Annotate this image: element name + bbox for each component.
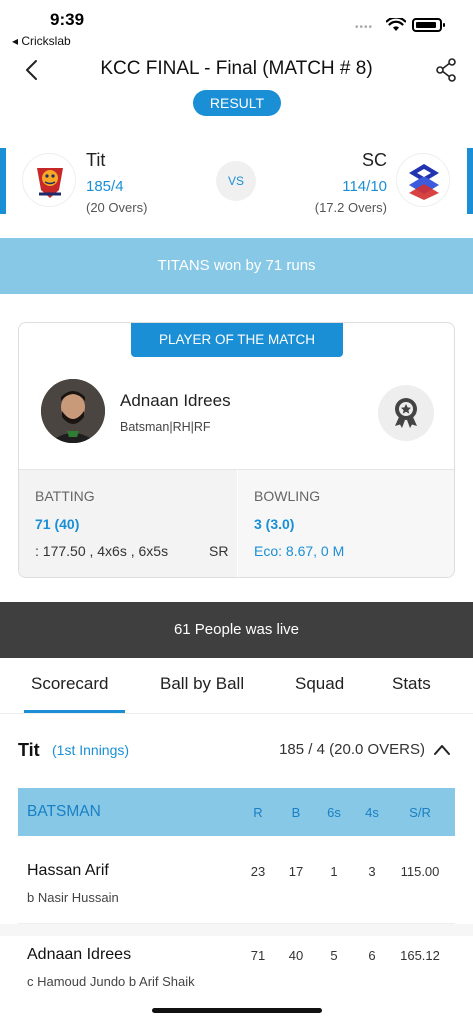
teams-summary: Tit 185/4 (20 Overs) VS SC 114/10 (17.2 … (0, 140, 473, 224)
batting-details: : 177.50 , 4x6s , 6x5s (35, 543, 169, 559)
batsman-sixes: 1 (330, 864, 338, 879)
player-name: Adnaan Idrees (120, 391, 231, 410)
team1-accent-bar (0, 148, 6, 214)
bowling-wickets: 3 (3.0) (254, 516, 295, 532)
signal-dots-icon: •••• (355, 22, 374, 33)
share-icon[interactable] (434, 56, 458, 84)
col-runs: R (253, 805, 263, 820)
status-time: 9:39 (50, 10, 85, 29)
team2-score: 114/10 (342, 178, 387, 195)
batsman-fours: 3 (368, 864, 376, 879)
header: KCC FINAL - Final (MATCH # 8) (0, 52, 473, 88)
team2-accent-bar (467, 148, 473, 214)
team1-name: Tit (86, 150, 106, 170)
player-of-match-card[interactable]: PLAYER OF THE MATCH Adnaan Idrees Batsma… (18, 322, 455, 578)
batsman-header-label: BATSMAN (27, 803, 101, 820)
table-row[interactable]: Hassan Arif b Nasir Hussain 23 17 1 3 11… (18, 848, 455, 924)
tab-ball-by-ball[interactable]: Ball by Ball (160, 674, 244, 694)
live-viewers-bar: 61 People was live (0, 602, 473, 658)
batsman-strike-rate: 115.00 (400, 864, 440, 879)
potm-label: PLAYER OF THE MATCH (131, 323, 343, 357)
batting-heading: BATTING (35, 488, 95, 504)
batsman-dismissal: c Hamoud Jundo b Arif Shaik (27, 974, 195, 989)
player-role: Batsman|RH|RF (120, 420, 211, 434)
batting-stats: BATTING 71 (40) : 177.50 , 4x6s , 6x5s S… (19, 470, 237, 577)
award-badge-icon[interactable] (378, 385, 434, 441)
player-avatar (41, 379, 105, 443)
table-row[interactable]: Adnaan Idrees c Hamoud Jundo b Arif Shai… (18, 932, 455, 1008)
batsman-balls: 17 (288, 864, 304, 879)
back-to-app-link[interactable]: ◂ Crickslab (12, 34, 71, 48)
batsman-balls: 40 (288, 948, 304, 963)
innings-team: Tit (18, 740, 40, 760)
status-bar: 9:39 ◂ Crickslab •••• (0, 0, 473, 52)
innings-header[interactable]: Tit (1st Innings) 185 / 4 (20.0 OVERS) (0, 726, 473, 772)
wifi-icon (386, 18, 406, 31)
col-sixes: 6s (327, 805, 341, 820)
batsman-runs: 23 (250, 864, 266, 879)
potm-stats: BATTING 71 (40) : 177.50 , 4x6s , 6x5s S… (19, 469, 454, 577)
tab-scorecard[interactable]: Scorecard (31, 674, 108, 694)
vs-badge: VS (216, 161, 256, 201)
innings-score: 185 / 4 (20.0 OVERS) (279, 741, 425, 758)
batsman-sixes: 5 (330, 948, 338, 963)
batsman-name: Adnaan Idrees (27, 946, 132, 963)
batsman-name: Hassan Arif (27, 862, 109, 879)
batting-runs: 71 (40) (35, 516, 80, 532)
sc-logo-icon (396, 153, 450, 207)
home-indicator[interactable] (152, 1008, 322, 1013)
active-tab-indicator (24, 710, 125, 713)
chevron-up-icon[interactable] (432, 740, 452, 760)
bowling-stats: BOWLING 3 (3.0) Eco: 8.67, 0 M (238, 470, 454, 577)
batsman-strike-rate: 165.12 (400, 948, 440, 963)
titans-logo-icon (22, 153, 76, 207)
tab-stats[interactable]: Stats (392, 674, 431, 694)
col-fours: 4s (365, 805, 379, 820)
batsman-runs: 71 (250, 948, 266, 963)
bowling-heading: BOWLING (254, 488, 321, 504)
batsman-dismissal: b Nasir Hussain (27, 890, 119, 905)
batsman-fours: 6 (368, 948, 376, 963)
page-title: KCC FINAL - Final (MATCH # 8) (100, 58, 373, 79)
team1-overs: (20 Overs) (86, 200, 148, 215)
col-strike-rate: S/R (409, 805, 431, 820)
team2-overs: (17.2 Overs) (314, 200, 387, 215)
battery-icon (412, 18, 445, 32)
result-banner: TITANS won by 71 runs (0, 238, 473, 294)
batting-sr-label: SR (209, 543, 229, 559)
col-balls: B (291, 805, 301, 820)
tab-bar: Scorecard Ball by Ball Squad Stats (0, 658, 473, 714)
team1-score: 185/4 (86, 178, 124, 195)
team2-name: SC (361, 150, 387, 170)
batsman-table-header: BATSMAN R B 6s 4s S/R (18, 788, 455, 836)
tab-squad[interactable]: Squad (295, 674, 344, 694)
innings-label: (1st Innings) (52, 742, 130, 758)
result-badge: RESULT (193, 90, 281, 116)
bowling-economy: Eco: 8.67, 0 M (254, 543, 345, 559)
